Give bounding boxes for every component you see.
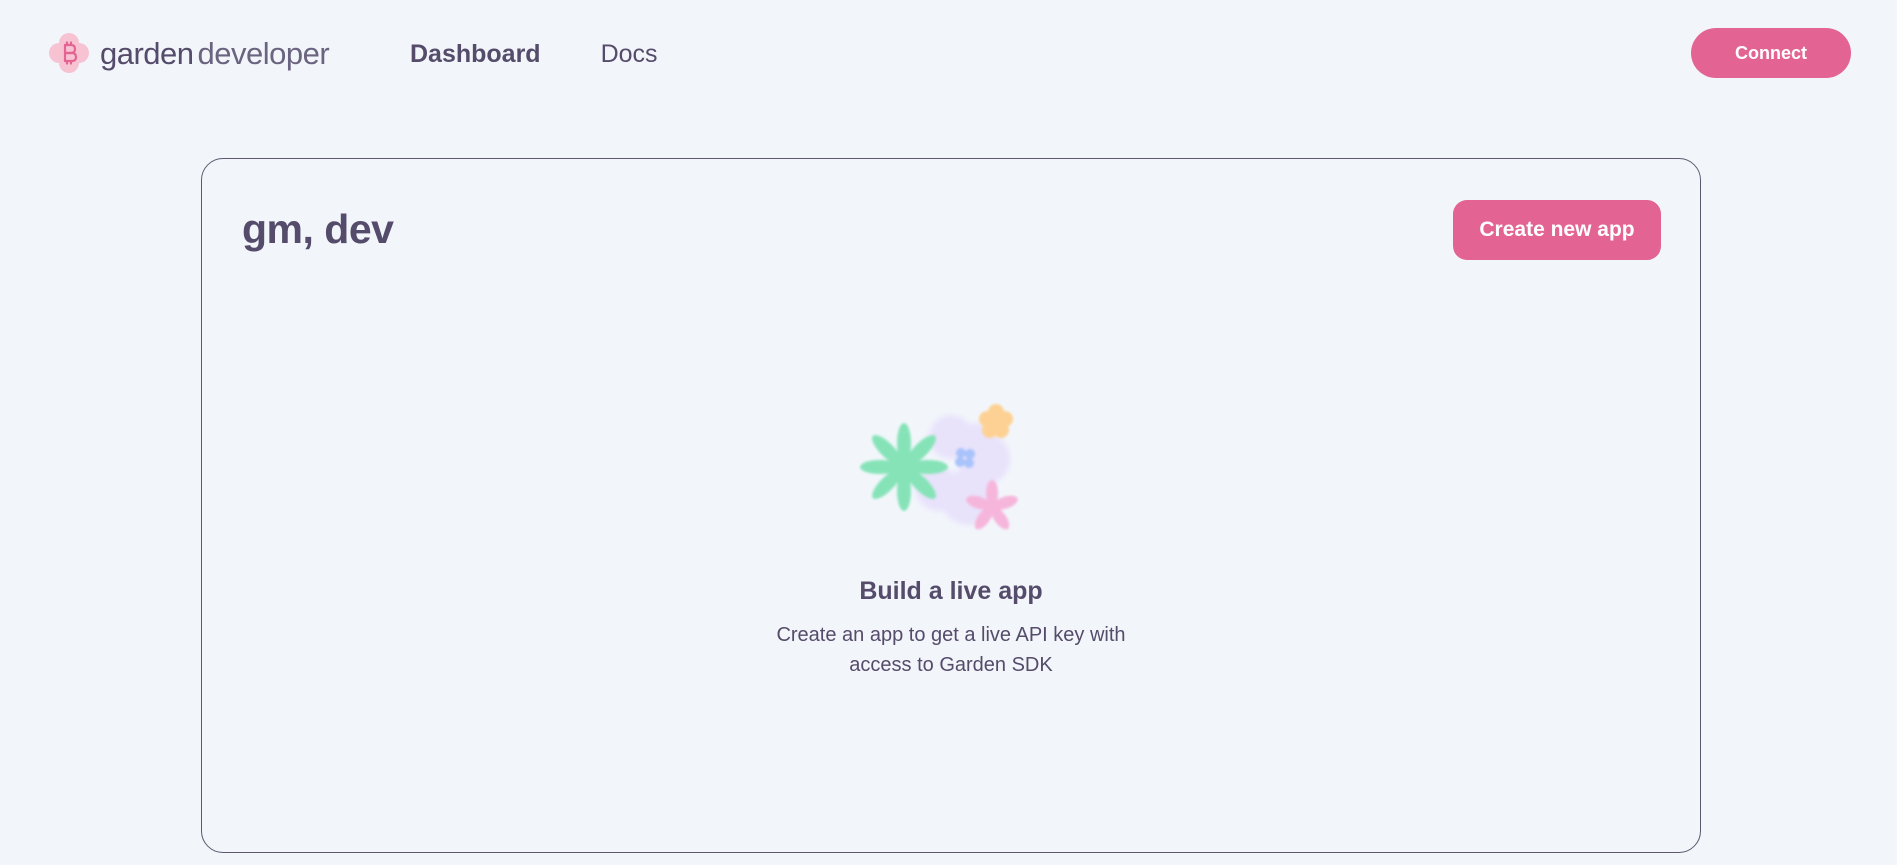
bitcoin-flower-logo-icon — [49, 33, 89, 73]
nav-link-docs[interactable]: Docs — [601, 38, 658, 70]
brand-primary-text: garden — [100, 35, 194, 71]
nav-link-dashboard[interactable]: Dashboard — [410, 38, 541, 70]
flowers-illustration — [860, 404, 1018, 530]
brand-secondary-text: developer — [197, 35, 330, 71]
page-greeting: gm, dev — [242, 206, 394, 252]
connect-button[interactable]: Connect — [1691, 28, 1851, 78]
top-navigation-bar: garden developer Dashboard Docs Connect — [0, 0, 1897, 107]
garden-developer-logo[interactable]: garden developer — [48, 32, 330, 74]
main-nav: Dashboard Docs — [410, 38, 658, 70]
empty-state: Build a live app Create an app to get a … — [202, 399, 1700, 680]
empty-state-title: Build a live app — [859, 577, 1043, 605]
brand-wordmark: garden developer — [100, 35, 330, 71]
create-new-app-button[interactable]: Create new app — [1453, 200, 1661, 260]
dashboard-card: gm, dev Create new app Build a live app … — [201, 158, 1701, 853]
empty-state-description: Create an app to get a live API key with… — [776, 624, 1126, 676]
